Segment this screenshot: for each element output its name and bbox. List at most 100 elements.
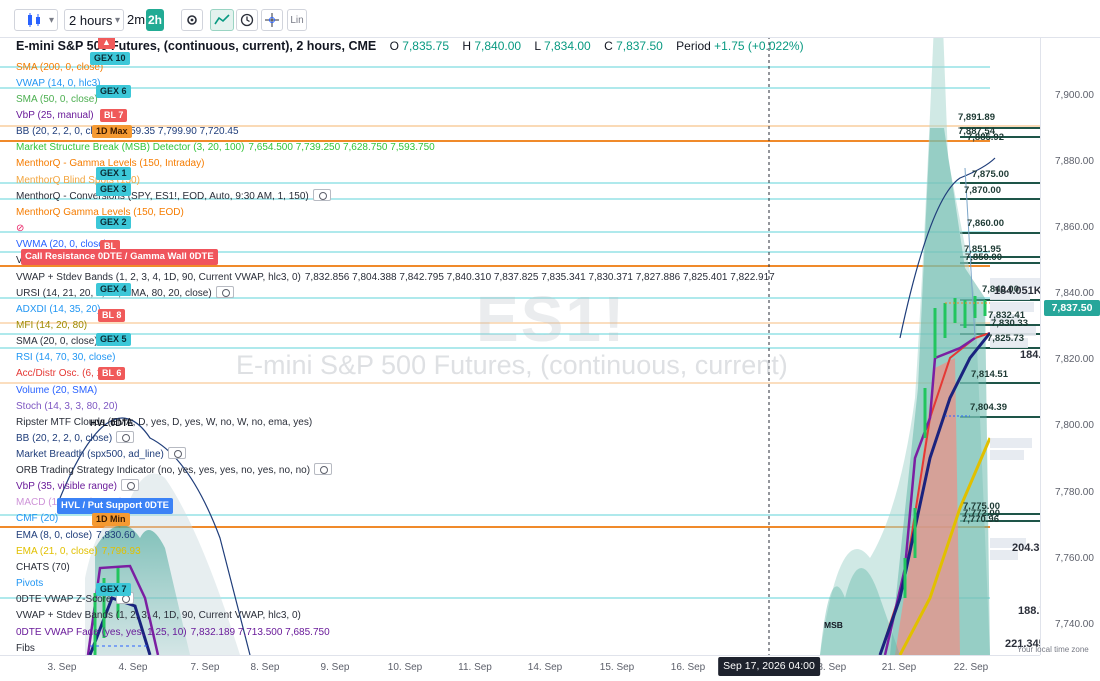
indicator-legend-row[interactable]: RSI (14, 70, 30, close)	[16, 350, 116, 365]
indicator-legend-row[interactable]: Market Breadth (spx500, ad_line)	[16, 447, 186, 462]
price-tick: 7,800.00	[1055, 420, 1094, 431]
indicator-name: RSI (14, 70, 30, close)	[16, 352, 116, 363]
indicator-name: ⊘	[16, 223, 25, 234]
level-label: 7,814.51	[971, 369, 1008, 380]
open-value: 7,835.75	[402, 39, 449, 53]
indicator-name: MFI (14, 20, 80)	[16, 320, 88, 331]
indicator-legend-row[interactable]: Ripster MTF Clouds (EMA, D, yes, D, yes,…	[16, 415, 312, 430]
badge-gex1: GEX 1	[96, 167, 131, 180]
timezone-label[interactable]: Your local time zone	[1017, 645, 1089, 654]
price-tick: 7,740.00	[1055, 619, 1094, 630]
settings-button[interactable]	[181, 9, 203, 31]
indicator-name: CHATS (70)	[16, 562, 70, 573]
indicator-legend-row[interactable]: VWAP (14, 0, hlc3)	[16, 76, 100, 91]
indicator-legend-row[interactable]: Volume (20, SMA)	[16, 383, 97, 398]
indicator-legend-row[interactable]: MFI (14, 20, 80)	[16, 318, 87, 333]
indicator-legend-row[interactable]: CMF (20)	[16, 511, 58, 526]
indicator-legend-row[interactable]: EMA (21, 0, close) 7,796.93	[16, 544, 141, 559]
indicator-name: Volume (20, SMA)	[16, 385, 98, 396]
time-tick: 14. Sep	[527, 662, 563, 673]
indicator-legend-row[interactable]: VbP (25, manual)	[16, 108, 94, 123]
time-tick: 21. Sep	[881, 662, 917, 673]
time-tick: 9. Sep	[320, 662, 350, 673]
indicator-legend-row[interactable]: MenthorQ - Conversions (SPY, ES1!, EOD, …	[16, 189, 331, 204]
indicator-name: Market Structure Break (MSB) Detector (3…	[16, 142, 245, 153]
symbol-title: E-mini S&P 500 Futures, (continuous, cur…	[16, 39, 377, 53]
badge-bl7: BL 7	[100, 109, 128, 122]
time-axis[interactable]: 3. Sep 4. Sep 7. Sep 8. Sep 9. Sep 10. Sep 11.…	[0, 655, 1040, 681]
interval-label: 2 hours	[69, 13, 113, 28]
indicator-legend-row[interactable]: ORB Trading Strategy Indicator (no, yes,…	[16, 463, 333, 478]
indicator-legend-row[interactable]: Acc/Distr Osc. (6, 10)	[16, 366, 111, 381]
time-tick: 7. Sep	[190, 662, 220, 673]
level-label: 7,891.89	[958, 112, 995, 123]
level-label: 7,825.73	[987, 333, 1024, 344]
indicator-name: VWAP (14, 0, hlc3)	[16, 78, 101, 89]
interval-2m-button[interactable]: 2m	[126, 9, 146, 31]
indicator-legend-row[interactable]: Pivots	[16, 576, 43, 591]
gear-icon	[187, 15, 197, 25]
interval-2h-button[interactable]: 2h	[146, 9, 164, 31]
eye-icon[interactable]	[215, 286, 234, 299]
indicator-legend-row[interactable]: BB (20, 2, 2, 0, close)	[16, 431, 135, 446]
eye-icon[interactable]	[167, 447, 186, 460]
scale-label: Lin	[290, 15, 304, 26]
indicator-legend-row[interactable]: 0DTE VWAP Fade (yes, yes, 1.25, 10) 7,832…	[16, 625, 330, 640]
indicator-name: SMA (20, 0, close)	[16, 336, 98, 347]
close-value: 7,837.50	[616, 39, 663, 53]
high-value: 7,840.00	[474, 39, 522, 53]
crosshair-button[interactable]	[261, 9, 283, 31]
replay-clock-button[interactable]	[236, 9, 258, 31]
low-value: 7,834.00	[544, 39, 591, 53]
indicator-name: EMA (21, 0, close)	[16, 546, 98, 557]
indicator-values: 7,832.856 7,804.388 7,842.795 7,840.310 …	[304, 272, 775, 283]
interval-2h-label: 2h	[147, 13, 162, 27]
time-tick: 16. Sep	[670, 662, 706, 673]
volume-profile-label: 184.051K	[994, 285, 1042, 297]
level-label: 7,850.00	[965, 252, 1002, 263]
indicator-legend-row[interactable]: ADXDI (14, 35, 20)	[16, 302, 100, 317]
level-label: 7,885.92	[967, 132, 1004, 143]
indicator-name: BB (20, 2, 2, 0, close)	[16, 433, 113, 444]
indicator-legend-row[interactable]: Stoch (14, 3, 3, 80, 20)	[16, 399, 118, 414]
indicator-legend-row[interactable]: Fibs	[16, 641, 35, 656]
indicator-name: Pivots	[16, 578, 44, 589]
time-tick: 8. Sep	[250, 662, 280, 673]
badge-gex2: GEX 2	[96, 216, 131, 229]
close-label: C	[604, 39, 613, 53]
symbol-legend[interactable]: E-mini S&P 500 Futures, (continuous, cur…	[16, 39, 804, 55]
price-tick: 7,820.00	[1055, 354, 1094, 365]
level-label: 7,875.00	[972, 169, 1009, 180]
badge-gex7: GEX 7	[96, 583, 131, 596]
price-tick: 7,860.00	[1055, 222, 1094, 233]
badge-hvl-0dte: HVL 0DTE	[90, 418, 134, 428]
eye-icon[interactable]	[120, 479, 139, 492]
indicator-legend-row[interactable]: EMA (8, 0, close) 7,830.60	[16, 528, 135, 543]
eye-icon[interactable]	[314, 463, 333, 476]
eye-icon[interactable]	[116, 431, 135, 444]
indicator-legend-row[interactable]: VbP (35, visible range)	[16, 479, 139, 494]
right-price-history	[820, 38, 1040, 655]
time-tick: 15. Sep	[599, 662, 635, 673]
indicator-values: 7,654.500 7,739.250 7,628.750 7,593.750	[248, 142, 435, 153]
indicator-legend-row[interactable]: VWAP + Stdev Bands (1, 2, 3, 4, 1D, 90, …	[16, 608, 301, 623]
chart-type-button[interactable]: ▾	[14, 9, 58, 31]
indicators-toggle-button[interactable]	[210, 9, 234, 31]
linear-scale-button[interactable]: Lin	[287, 9, 307, 31]
indicator-name: Stoch (14, 3, 3, 80, 20)	[16, 401, 118, 412]
indicator-legend-row[interactable]: SMA (50, 0, close)	[16, 92, 98, 107]
period-label: Period	[676, 39, 711, 53]
price-tick: 7,840.00	[1055, 288, 1094, 299]
indicator-name: Market Breadth (spx500, ad_line)	[16, 449, 164, 460]
indicator-name: SMA (50, 0, close)	[16, 94, 98, 105]
indicator-legend-row[interactable]: SMA (20, 0, close)	[16, 334, 98, 349]
price-axis[interactable]: A 7,900.007,880.007,860.007,840.007,820.…	[1015, 14, 1100, 655]
indicator-name: CMF (20)	[16, 513, 59, 524]
interval-select[interactable]: 2 hours ▾	[64, 9, 124, 31]
eye-icon[interactable]	[312, 189, 331, 202]
indicator-name: EMA (8, 0, close)	[16, 530, 93, 541]
indicator-legend-row[interactable]: Market Structure Break (MSB) Detector (3…	[16, 140, 435, 155]
high-label: H	[462, 39, 472, 53]
indicator-legend-row[interactable]: CHATS (70)	[16, 560, 70, 575]
indicator-legend-row[interactable]: ⊘	[16, 221, 24, 236]
